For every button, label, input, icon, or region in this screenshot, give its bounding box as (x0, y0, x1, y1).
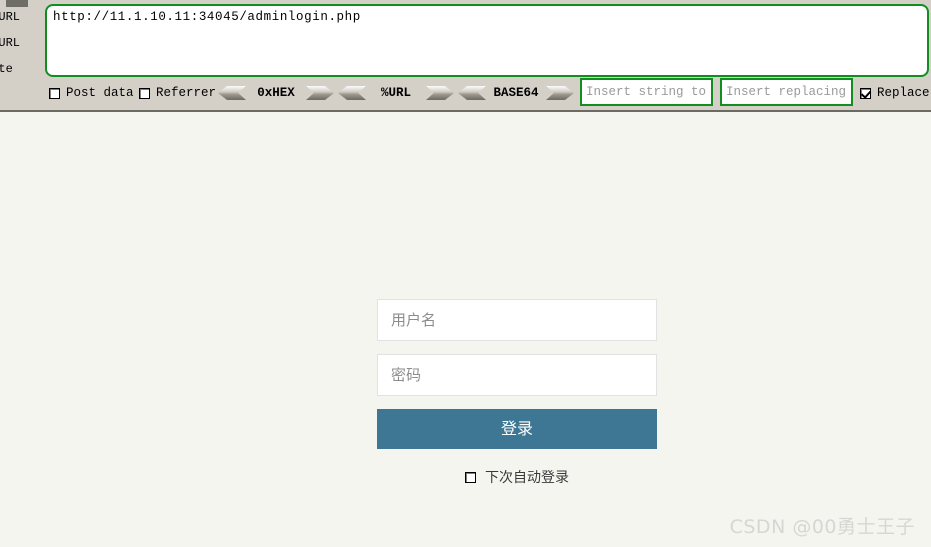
url-decode-arrow-icon[interactable] (338, 86, 366, 100)
replace-to-input[interactable]: Insert replacing stri (720, 78, 853, 106)
base64-decode-arrow-icon[interactable] (458, 86, 486, 100)
hex-encoder-label: 0xHEX (257, 86, 295, 100)
login-form: 用户名 密码 登录 下次自动登录 (377, 299, 657, 487)
url-encoder-group: %URL (338, 82, 454, 104)
replace-all-checkbox[interactable] (860, 87, 871, 99)
password-input[interactable]: 密码 (377, 354, 657, 396)
base64-encoder-group: BASE64 (458, 82, 574, 104)
hackbar-toolbar: d URL t URL ute http://11.1.10.11:34045/… (0, 0, 931, 112)
base64-encode-arrow-icon[interactable] (546, 86, 574, 100)
split-url-button[interactable]: t URL (0, 34, 38, 52)
auto-login-row[interactable]: 下次自动登录 (377, 467, 657, 487)
referrer-checkbox-wrap[interactable]: Referrer (139, 82, 216, 104)
login-submit-button[interactable]: 登录 (377, 409, 657, 449)
post-data-checkbox[interactable] (49, 87, 60, 99)
load-url-button[interactable]: d URL (0, 8, 38, 26)
watermark: CSDN @00勇士王子 (729, 516, 915, 538)
referrer-checkbox[interactable] (139, 87, 150, 99)
post-data-checkbox-wrap[interactable]: Post data (49, 82, 134, 104)
auto-login-label: 下次自动登录 (485, 470, 569, 486)
page-content: 用户名 密码 登录 下次自动登录 CSDN @00勇士王子 (0, 114, 931, 547)
hex-encode-arrow-icon[interactable] (306, 86, 334, 100)
replace-all-checkbox-wrap[interactable]: Replace A (860, 82, 931, 104)
url-encode-arrow-icon[interactable] (426, 86, 454, 100)
tab-stub[interactable] (6, 0, 28, 7)
base64-encoder-label: BASE64 (493, 86, 539, 100)
referrer-label: Referrer (156, 86, 217, 100)
replace-from-input[interactable]: Insert string to repl (580, 78, 713, 106)
username-input[interactable]: 用户名 (377, 299, 657, 341)
auto-login-checkbox[interactable] (465, 471, 476, 483)
execute-button[interactable]: ute (0, 60, 38, 78)
replace-all-label: Replace A (877, 86, 931, 100)
hex-decode-arrow-icon[interactable] (218, 86, 246, 100)
hex-encoder-group: 0xHEX (218, 82, 334, 104)
post-data-label: Post data (66, 86, 134, 100)
url-textarea[interactable]: http://11.1.10.11:34045/adminlogin.php (45, 4, 929, 77)
url-encoder-label: %URL (380, 86, 411, 100)
